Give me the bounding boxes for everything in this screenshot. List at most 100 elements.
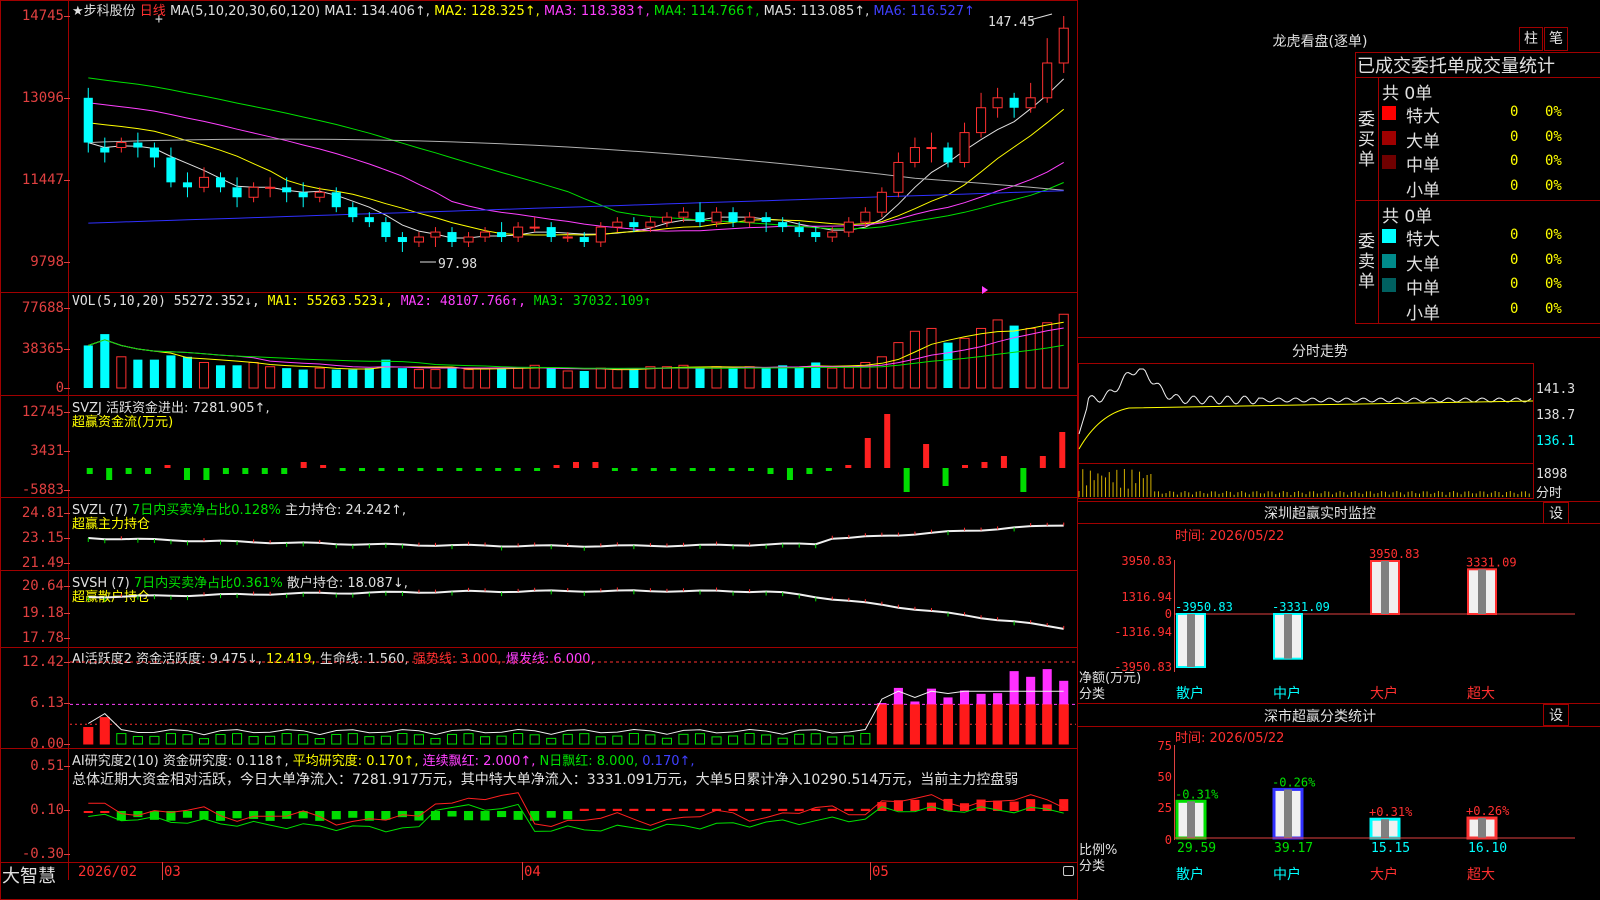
volume-bar-up [843,366,854,389]
activity-burst-bar [1026,676,1036,705]
activity-burst-bar [993,693,1003,705]
research-bar-up [844,808,854,811]
buy-row-value: 0 [1510,177,1519,194]
vol-axis-label: 77688 [21,300,64,316]
fund-inflow-bar [884,414,891,468]
svzj-chart[interactable] [70,396,1076,497]
time-axis-tick [522,862,523,880]
intraday-vol-label: 分时 [1536,486,1563,501]
fund-outflow-bar [261,468,268,474]
price-axis-label: 11447 [21,172,64,188]
fund-inflow-bar [923,444,930,468]
intraday-axis-label: 136.1 [1536,434,1576,449]
buy-side-label: 委买单 [1358,110,1375,170]
buy-row-swatch [1382,179,1396,194]
activity-burst-bar [893,687,903,705]
volume-bar-up [314,367,325,389]
candle-body-down [579,237,589,243]
sell-row-name: 小单 [1406,303,1440,324]
intraday-chart[interactable] [1078,364,1534,498]
classify-chart[interactable]: -0.31% 29.59 -0.26% 39.17 +0.31% 15.15 +0.26% 1… [1175,740,1575,880]
research-bar-down [149,811,159,820]
time-axis-tick [870,862,871,880]
monitor-bar-shade [1284,614,1292,659]
bar-mode-button[interactable]: 柱 [1519,27,1543,51]
fund-outflow-bar [1020,468,1027,492]
research-bar-down [530,811,540,821]
buy-row-swatch [1382,155,1396,169]
classify-value-label: 16.10 [1468,841,1507,856]
volume-bar-up [413,369,424,389]
fund-outflow-bar [281,468,288,474]
intraday-axis-label: 138.7 [1536,408,1576,423]
ai-research-axis-label: 0.51 [30,758,64,774]
candle-body-up [1042,62,1053,99]
buy-row-swatch [1382,106,1396,120]
intraday-axis-label: 1898 [1536,467,1568,482]
research-bar-up [1009,801,1019,811]
monitor-bar-label: 3331.09 [1466,555,1517,569]
activity-burst-bar [1059,680,1069,705]
volume-bar-down [182,356,193,388]
intraday-title: 分时走势 [1292,344,1348,360]
volume-bar-up [876,356,887,389]
volume-bar-up [744,366,755,389]
fund-inflow-bar [1039,456,1046,468]
activity-bar [446,733,458,745]
ai-research-chart[interactable] [70,749,1076,862]
activity-bar [612,735,623,745]
activity-bar [116,733,127,745]
sell-row-pct: 0% [1545,227,1562,243]
monitor-bar-label: -3950.83 [1175,600,1233,614]
research-bar-down [563,811,573,820]
monitor-category-label: 超大 [1467,686,1495,702]
fund-outflow-bar [203,468,210,480]
volume-bar-down [149,359,159,388]
fund-outflow-bar [786,468,793,480]
monitor-settings-button[interactable]: 设 [1543,502,1569,524]
ai-active-chart[interactable] [70,648,1076,748]
fund-outflow-bar [611,468,618,471]
buy-row-name: 特大 [1406,107,1440,127]
activity-bar [893,703,904,745]
svsh-chart[interactable] [70,571,1076,647]
svzl-chart[interactable] [70,498,1076,570]
fund-outflow-bar [378,468,385,471]
classify-change-label: +0.26% [1466,804,1510,818]
candle-body-up [413,236,424,243]
sell-row-pct: 0% [1545,251,1562,268]
volume-bar-up [463,369,474,389]
classify-x-label: 分类 [1079,859,1106,874]
volume-chart[interactable] [70,293,1076,395]
candle-body-down [943,147,953,163]
candle-body-up [198,176,210,188]
activity-bar [711,736,722,745]
classify-change-label: -0.31% [1175,787,1219,801]
monitor-title-sep [1078,523,1600,524]
svsh-axis-label: 20.64 [21,578,64,594]
tick-mode-button[interactable]: 笔 [1544,27,1568,51]
app-logo[interactable]: 大智慧 [2,862,56,888]
monitor-chart[interactable]: -3950.83 -3331.09 3950.83 3331.09 [1175,547,1575,680]
volume-bar-down [100,334,110,388]
monitor-top-sep [1078,501,1600,502]
fund-outflow-bar [475,468,482,471]
lock-icon[interactable] [1063,866,1074,876]
high-price-label: 147.45 [988,15,1035,30]
research-bar-up [612,808,622,811]
research-bar-up [662,808,672,811]
activity-bar [496,735,507,745]
fund-outflow-bar [339,468,346,471]
volume-bar-up [976,327,987,389]
classify-settings-button[interactable]: 设 [1543,704,1569,726]
price-chart[interactable] [70,0,1076,294]
activity-bar [777,737,788,745]
candle-body-up [678,211,689,218]
candle-body-down [546,227,556,238]
candle-body-up [645,221,656,228]
volume-bar-down [232,365,242,388]
activity-bar [546,737,557,745]
fund-inflow-bar [164,465,171,468]
buy-row-value: 0 [1510,104,1519,120]
research-bar-down [447,811,457,817]
